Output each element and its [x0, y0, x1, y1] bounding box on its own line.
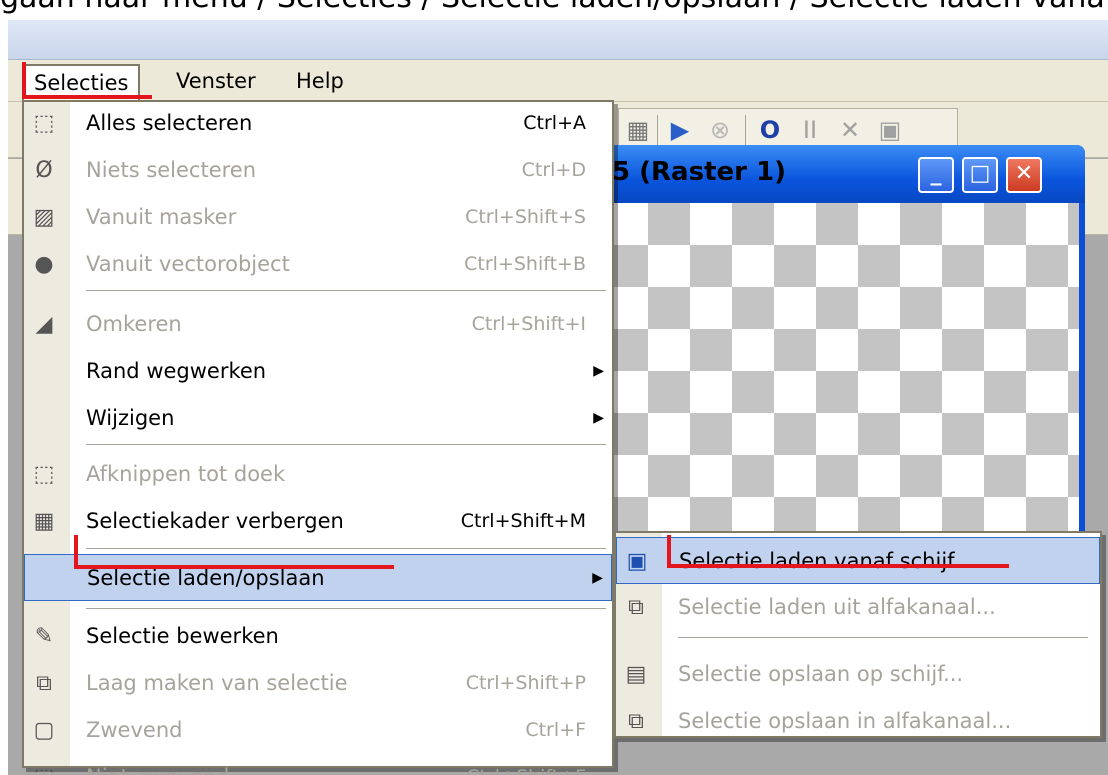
menu-item-zwevend[interactable]: ▢ Zwevend Ctrl+F: [24, 707, 612, 754]
submenu-item-label: Selectie laden vanaf schijf...: [679, 549, 974, 573]
stop-script-icon[interactable]: ⊗: [705, 115, 735, 145]
menu-bar: Selecties Venster Help: [8, 60, 1108, 102]
menu-venster-label: Venster: [176, 69, 256, 93]
float-icon: ▢: [33, 718, 55, 743]
menu-item-vanuit-masker[interactable]: ▨ Vanuit masker Ctrl+Shift+S: [24, 194, 612, 241]
menu-venster[interactable]: Venster: [166, 64, 266, 98]
menu-item-wijzigen[interactable]: Wijzigen ▶: [24, 395, 612, 442]
screenshot: gaan naar menu / Selecties / Selectie la…: [0, 0, 1108, 775]
menu-item-label: Vanuit masker: [86, 205, 237, 229]
menu-item-label: Zwevend: [86, 718, 183, 742]
menu-item-label: Vanuit vectorobject: [86, 252, 290, 276]
menu-item-selectie-bewerken[interactable]: ✎ Selectie bewerken: [24, 613, 612, 660]
submenu-item-selectie-opslaan-in-alfakanaal[interactable]: ⧉ Selectie opslaan in alfakanaal...: [616, 698, 1100, 745]
defloat-icon: ⬚: [30, 764, 58, 775]
from-mask-icon: ▨: [33, 205, 55, 230]
menu-item-shortcut: Ctrl+A: [523, 112, 586, 134]
menu-item-label: Omkeren: [86, 312, 182, 336]
menu-item-afknippen-tot-doek[interactable]: ⬚ Afknippen tot doek: [24, 451, 612, 498]
minimize-button[interactable]: _: [918, 157, 954, 193]
menu-item-label: Niet-zwevend: [86, 754, 229, 775]
selecties-dropdown: ⬚ Alles selecteren Ctrl+A Ø Niets selecteren…: [22, 100, 614, 775]
menu-item-label: Wijzigen: [86, 406, 175, 430]
select-none-icon: Ø: [35, 158, 53, 183]
record-icon[interactable]: O: [755, 115, 785, 145]
annotation-underline-item: [76, 565, 394, 569]
toolbar-separator: [745, 115, 746, 147]
menu-item-label: Selectie bewerken: [86, 624, 279, 648]
menu-help-label: Help: [296, 69, 344, 93]
annotation-underline-menu: [22, 95, 152, 99]
crop-to-canvas-icon: ⬚: [33, 462, 55, 487]
annotation-underline-subitem: [667, 564, 1009, 568]
pause-icon[interactable]: II: [795, 115, 825, 145]
cancel-icon[interactable]: ✕: [835, 115, 865, 145]
menu-item-label: Afknippen tot doek: [86, 462, 286, 486]
menu-item-selectiekader-verbergen[interactable]: ▦ Selectiekader verbergen Ctrl+Shift+M: [24, 498, 612, 545]
save-script-icon[interactable]: ▣: [875, 115, 905, 145]
menu-item-niet-zwevend[interactable]: ⬚ Niet-zwevend Ctrl+Shift+F: [24, 754, 612, 775]
menu-item-rand-wegwerken[interactable]: Rand wegwerken ▶: [24, 348, 612, 395]
menu-item-shortcut: Ctrl+Shift+P: [465, 672, 586, 694]
hide-marquee-icon: ▦: [33, 509, 55, 534]
edit-selection-icon: ✎: [34, 624, 54, 649]
menu-item-shortcut: Ctrl+Shift+I: [471, 313, 586, 335]
menu-separator: [86, 444, 606, 446]
toolbar-separator: [657, 115, 658, 147]
submenu-item-label: Selectie opslaan op schijf...: [678, 662, 964, 686]
run-script-icon[interactable]: ▶: [665, 115, 695, 145]
menu-item-label: Niets selecteren: [86, 158, 257, 182]
menu-item-label: Laag maken van selectie: [86, 671, 348, 695]
image-window-title: 5 (Raster 1): [612, 157, 786, 187]
promote-layer-icon: ⧉: [36, 671, 52, 696]
menu-item-alles-selecteren[interactable]: ⬚ Alles selecteren Ctrl+A: [24, 100, 612, 147]
grid-icon[interactable]: ▦: [623, 115, 653, 145]
load-from-alpha-icon: ⧉: [628, 595, 644, 620]
menu-item-vanuit-vectorobject[interactable]: ● Vanuit vectorobject Ctrl+Shift+B: [24, 241, 612, 288]
menu-item-shortcut: Ctrl+D: [521, 159, 586, 181]
submenu-arrow-icon: ▶: [593, 410, 604, 426]
menu-item-shortcut: Ctrl+Shift+F: [466, 754, 586, 775]
menu-item-label: Selectiekader verbergen: [86, 509, 344, 533]
invert-icon: ◢: [35, 312, 53, 337]
menu-separator: [86, 548, 606, 550]
selectie-laden-opslaan-submenu: ▣ Selectie laden vanaf schijf... ⧉ Selectie…: [614, 531, 1102, 738]
submenu-item-label: Selectie laden uit alfakanaal...: [678, 595, 996, 619]
from-vector-icon: ●: [34, 252, 54, 277]
close-button[interactable]: ✕: [1006, 157, 1042, 193]
menu-item-omkeren[interactable]: ◢ Omkeren Ctrl+Shift+I: [24, 301, 612, 348]
load-from-disk-icon: ▣: [626, 549, 648, 574]
menu-item-shortcut: Ctrl+F: [525, 719, 586, 741]
menu-item-label: Selectie laden/opslaan: [87, 566, 325, 590]
menu-item-niets-selecteren[interactable]: Ø Niets selecteren Ctrl+D: [24, 147, 612, 194]
app-title-bar: [8, 20, 1108, 60]
submenu-arrow-icon: ▶: [592, 570, 603, 586]
submenu-item-selectie-laden-vanaf-schijf[interactable]: ▣ Selectie laden vanaf schijf...: [616, 537, 1100, 584]
menu-selecties-label: Selecties: [34, 71, 129, 95]
annotation-tick-item: [74, 535, 78, 569]
image-window-title-bar[interactable]: 5 (Raster 1) _ □ ✕: [600, 145, 1085, 203]
submenu-arrow-icon: ▶: [593, 363, 604, 379]
select-all-icon: ⬚: [33, 111, 55, 136]
submenu-item-selectie-laden-uit-alfakanaal[interactable]: ⧉ Selectie laden uit alfakanaal...: [616, 584, 1100, 631]
menu-item-shortcut: Ctrl+Shift+S: [465, 206, 586, 228]
menu-item-label: Alles selecteren: [86, 111, 253, 135]
menu-item-label: Rand wegwerken: [86, 359, 267, 383]
save-to-disk-icon: ▤: [625, 662, 647, 687]
instruction-caption: gaan naar menu / Selecties / Selectie la…: [0, 0, 1108, 18]
annotation-tick-subitem: [667, 535, 671, 568]
menu-separator: [86, 608, 606, 610]
submenu-separator: [678, 637, 1088, 639]
menu-item-shortcut: Ctrl+Shift+M: [460, 510, 586, 532]
menu-item-shortcut: Ctrl+Shift+B: [464, 253, 586, 275]
menu-separator: [86, 290, 606, 292]
menu-item-selectie-laden-opslaan[interactable]: Selectie laden/opslaan ▶: [24, 554, 612, 601]
save-to-alpha-icon: ⧉: [628, 709, 644, 734]
menu-help[interactable]: Help: [286, 64, 354, 98]
menu-item-laag-maken-van-selectie[interactable]: ⧉ Laag maken van selectie Ctrl+Shift+P: [24, 660, 612, 707]
maximize-button[interactable]: □: [962, 157, 998, 193]
annotation-tick-menu: [22, 62, 26, 98]
submenu-item-selectie-opslaan-op-schijf[interactable]: ▤ Selectie opslaan op schijf...: [616, 651, 1100, 698]
submenu-item-label: Selectie opslaan in alfakanaal...: [678, 709, 1012, 733]
